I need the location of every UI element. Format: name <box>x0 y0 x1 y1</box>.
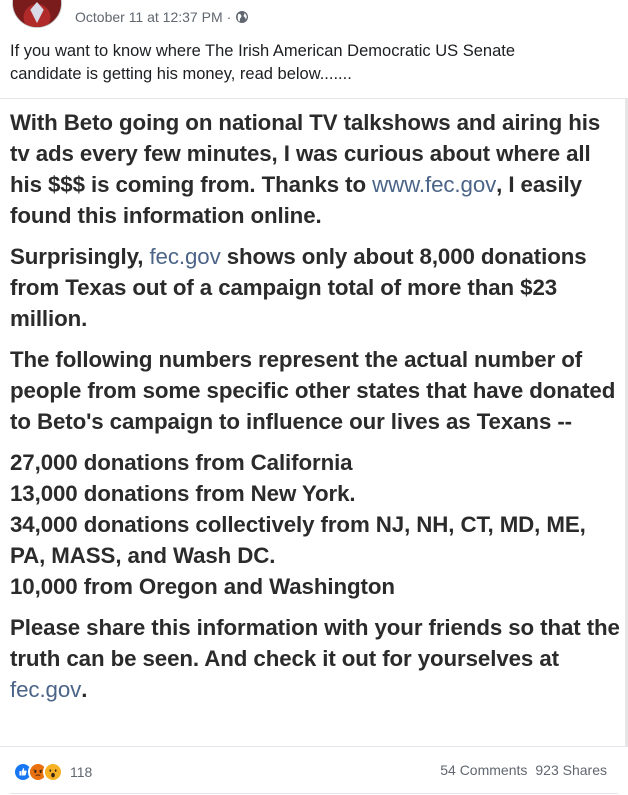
avatar[interactable] <box>12 0 62 28</box>
fec-link-2: fec.gov <box>149 244 221 269</box>
list-item: 10,000 from Oregon and Washington <box>10 574 395 599</box>
post-timestamp[interactable]: October 11 at 12:37 PM <box>75 9 223 25</box>
image-paragraph-1: With Beto going on national TV talkshows… <box>10 110 601 228</box>
list-item: 27,000 donations from California <box>10 450 353 475</box>
post-image[interactable]: With Beto going on national TV talkshows… <box>0 98 628 746</box>
reactions-summary[interactable]: 118 <box>13 762 92 782</box>
globe-icon[interactable] <box>235 10 249 24</box>
donation-list: 27,000 donations from California 13,000 … <box>10 447 620 602</box>
image-paragraph-4: Please share this information with your … <box>10 615 620 702</box>
comments-count[interactable]: 54 Comments <box>440 762 527 778</box>
fec-link-1: www.fec.gov <box>372 172 497 197</box>
image-paragraph-2: Surprisingly, fec.gov shows only about 8… <box>10 244 587 331</box>
wow-icon <box>43 762 63 782</box>
meta-separator: · <box>226 9 232 25</box>
divider <box>10 793 618 794</box>
engagement-stats: 54 Comments 923 Shares <box>440 762 607 778</box>
post-footer: 118 54 Comments 923 Shares <box>0 746 628 795</box>
list-item: 34,000 donations collectively from NJ, N… <box>10 512 586 568</box>
shares-count[interactable]: 923 Shares <box>535 762 607 778</box>
post-meta: October 11 at 12:37 PM · <box>75 9 249 25</box>
reaction-count[interactable]: 118 <box>70 764 92 780</box>
avatar-image <box>13 0 61 27</box>
post-caption: If you want to know where The Irish Amer… <box>10 42 516 83</box>
list-item: 13,000 donations from New York. <box>10 481 356 506</box>
image-paragraph-3: The following numbers represent the actu… <box>10 347 616 434</box>
fec-link-3: fec.gov <box>10 677 82 702</box>
post-image-text: With Beto going on national TV talkshows… <box>10 107 620 715</box>
